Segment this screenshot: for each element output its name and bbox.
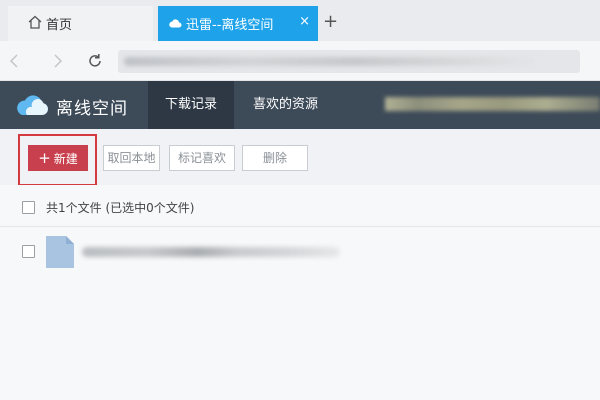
cloud-logo-icon	[17, 95, 48, 115]
app-header: 离线空间 下载记录 喜欢的资源	[0, 81, 600, 129]
file-count-summary: 共1个文件 (已选中0个文件)	[46, 201, 195, 215]
blurred-account-info	[385, 97, 600, 111]
tab-home-label: 首页	[46, 18, 73, 33]
file-list-header: 共1个文件 (已选中0个文件)	[0, 185, 600, 227]
nav-tab-downloads[interactable]: 下载记录	[148, 81, 235, 129]
tab-home[interactable]: 首页	[8, 6, 153, 41]
select-all-checkbox[interactable]	[22, 201, 35, 214]
browser-tab-strip: 首页 迅雷--离线空间 × +	[0, 0, 600, 41]
home-icon	[28, 15, 42, 29]
back-arrow-icon[interactable]	[6, 52, 24, 70]
delete-button[interactable]: 删除	[242, 145, 308, 171]
reload-icon[interactable]	[86, 52, 104, 70]
tab-active-label: 迅雷--离线空间	[186, 18, 274, 33]
highlight-box	[18, 134, 97, 186]
address-bar	[0, 41, 600, 81]
forward-arrow-icon[interactable]	[48, 52, 66, 70]
url-input[interactable]	[118, 50, 580, 73]
blurred-url	[124, 57, 544, 66]
nav-tab-favorites[interactable]: 喜欢的资源	[236, 81, 335, 129]
file-icon	[46, 236, 74, 268]
fetch-local-button[interactable]: 取回本地	[103, 145, 160, 171]
cloud-icon	[169, 19, 182, 28]
new-tab-button[interactable]: +	[323, 13, 338, 31]
mark-favorite-button[interactable]: 标记喜欢	[169, 145, 235, 171]
app-title: 离线空间	[56, 99, 128, 119]
blurred-file-name	[82, 247, 340, 257]
row-checkbox[interactable]	[22, 245, 35, 258]
toolbar: + 新建 取回本地 标记喜欢 删除	[0, 129, 600, 186]
table-row[interactable]	[0, 228, 600, 274]
close-icon[interactable]: ×	[299, 15, 310, 29]
tab-offline-space[interactable]: 迅雷--离线空间 ×	[158, 6, 318, 41]
